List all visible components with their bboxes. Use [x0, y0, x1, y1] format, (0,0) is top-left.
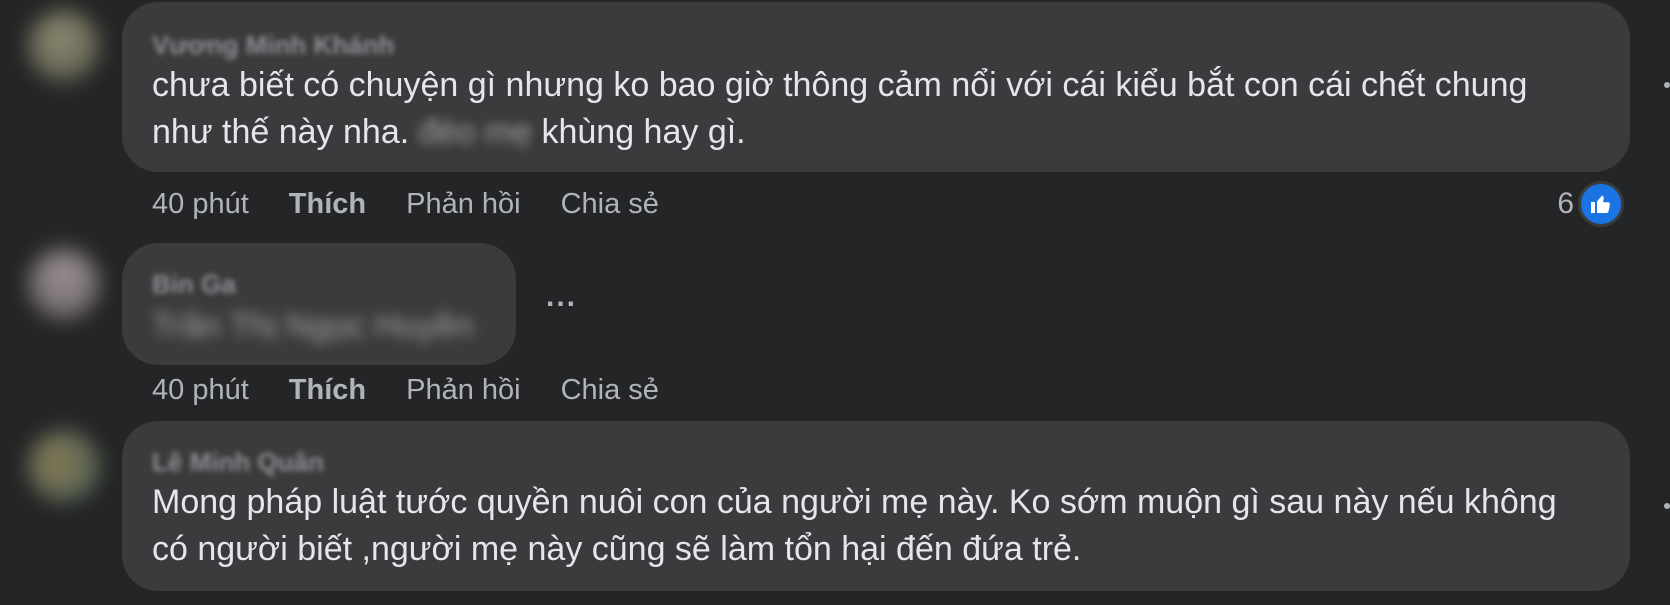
comment-text: Mong pháp luật tước quyền nuôi con của n…: [152, 479, 1557, 573]
blurred-text: đéo mẹ: [418, 113, 533, 151]
comment-text-line: Mong pháp luật tước quyền nuôi con của n…: [152, 483, 1557, 521]
comment-author[interactable]: Lê Minh Quân: [152, 447, 324, 478]
comment-bubble: Lê Minh Quân Mong pháp luật tước quyền n…: [122, 421, 1630, 591]
avatar[interactable]: [28, 10, 100, 82]
comment-text: chưa biết có chuyện gì nhưng ko bao giờ …: [152, 62, 1527, 156]
like-button[interactable]: Thích: [289, 188, 366, 221]
more-options-icon[interactable]: [1664, 503, 1670, 509]
avatar[interactable]: [28, 430, 100, 502]
avatar[interactable]: [28, 248, 100, 320]
comment-timestamp[interactable]: 40 phút: [152, 188, 249, 221]
comment-author[interactable]: Vương Minh Khánh: [152, 30, 394, 61]
comment-text: Trần Thị Ngọc Huyền: [152, 307, 474, 345]
comment-timestamp[interactable]: 40 phút: [152, 374, 249, 407]
comment-text-segment: như thế này nha.: [152, 113, 419, 151]
comment-bubble: Vương Minh Khánh chưa biết có chuyện gì …: [122, 2, 1630, 172]
comment-text-segment: khùng hay gì.: [532, 113, 746, 151]
like-button[interactable]: Thích: [289, 374, 366, 407]
thumbs-up-icon: [1578, 181, 1624, 227]
comment-bubble: Bin Ga Trần Thị Ngọc Huyền: [122, 243, 516, 365]
more-options-button[interactable]: ...: [546, 280, 577, 314]
share-button[interactable]: Chia sẻ: [561, 374, 659, 407]
comment-actions: 40 phút Thích Phản hồi Chia sẻ: [152, 374, 659, 407]
reply-button[interactable]: Phản hồi: [406, 188, 521, 221]
comment-actions: 40 phút Thích Phản hồi Chia sẻ: [152, 188, 659, 221]
comment-author[interactable]: Bin Ga: [152, 269, 236, 300]
comment-text-line: như thế này nha. đéo mẹ khùng hay gì.: [152, 109, 1527, 156]
comment-text-line: có người biết ,người mẹ này cũng sẽ làm …: [152, 530, 1082, 568]
comment-text-line: chưa biết có chuyện gì nhưng ko bao giờ …: [152, 66, 1528, 104]
more-options-icon[interactable]: [1664, 82, 1670, 88]
share-button[interactable]: Chia sẻ: [561, 188, 659, 221]
reaction-summary[interactable]: 6: [1557, 181, 1624, 227]
reply-button[interactable]: Phản hồi: [406, 374, 521, 407]
reaction-count: 6: [1557, 187, 1574, 220]
